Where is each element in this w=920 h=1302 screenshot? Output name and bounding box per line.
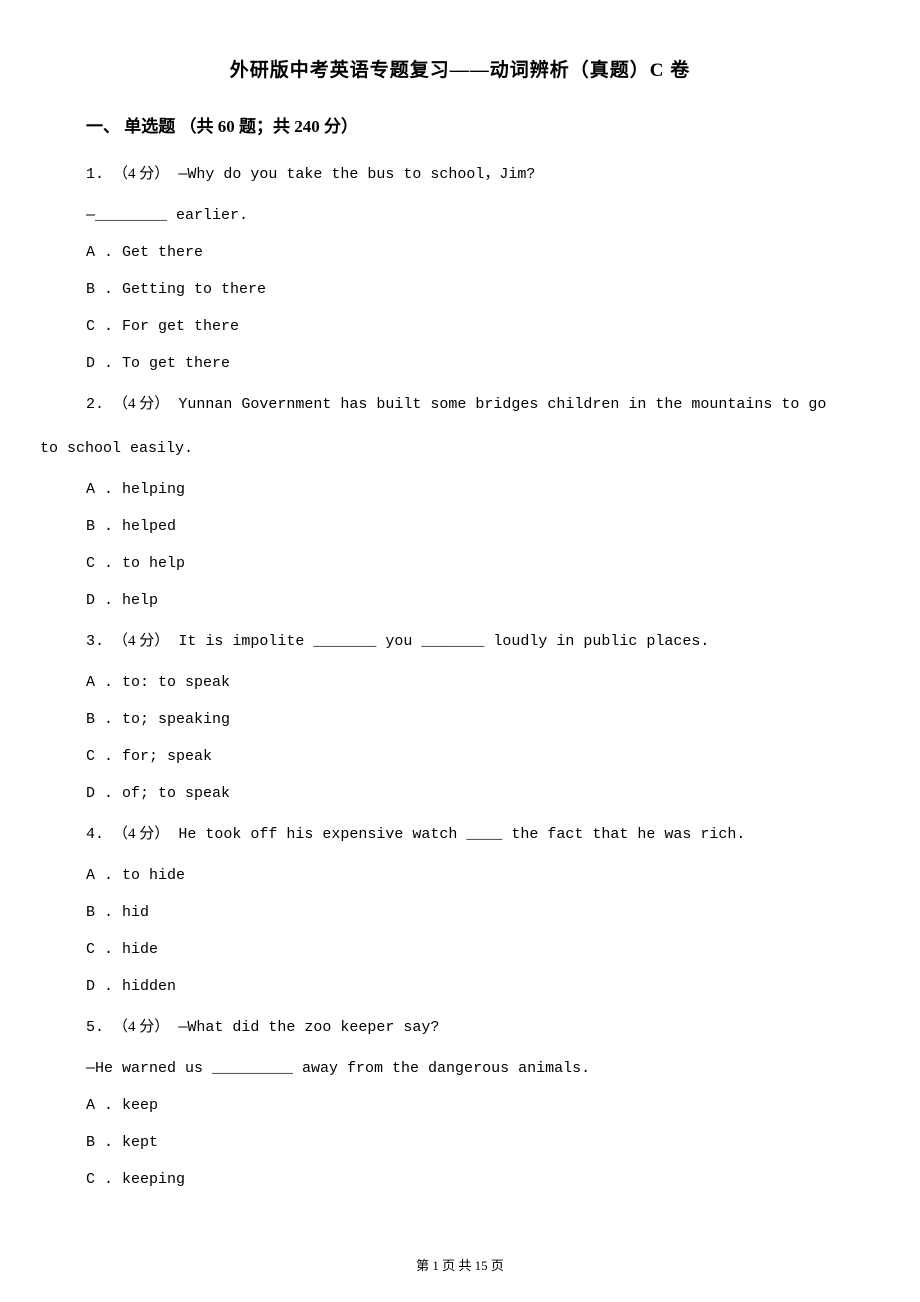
q5-option-b: B . kept	[40, 1134, 880, 1151]
q2-points: （4 分）	[113, 396, 169, 412]
page-title: 外研版中考英语专题复习——动词辨析（真题）C 卷	[40, 55, 880, 82]
q3-option-b: B . to; speaking	[40, 711, 880, 728]
q5-number: 5.	[86, 1019, 104, 1036]
q2-option-d: D . help	[40, 592, 880, 609]
page-footer: 第 1 页 共 15 页	[0, 1255, 920, 1274]
q5-text: —What did the zoo keeper say?	[178, 1019, 439, 1036]
q4-text: He took off his expensive watch ____ the…	[178, 826, 745, 843]
question-4: 4. （4 分） He took off his expensive watch…	[40, 822, 880, 847]
q1-option-d: D . To get there	[40, 355, 880, 372]
q1-text: —Why do you take the bus to school，Jim?	[178, 166, 535, 183]
q1-option-a: A . Get there	[40, 244, 880, 261]
q2-option-b: B . helped	[40, 518, 880, 535]
q1-option-b: B . Getting to there	[40, 281, 880, 298]
q2-text-before: Yunnan Government has built some bridges…	[178, 396, 826, 413]
q3-points: （4 分）	[113, 633, 169, 649]
q1-followup: —________ earlier.	[40, 207, 880, 224]
question-2: 2. （4 分） Yunnan Government has built som…	[40, 392, 880, 417]
q4-option-d: D . hidden	[40, 978, 880, 995]
section-header: 一、 单选题 （共 60 题；共 240 分）	[40, 112, 880, 137]
question-5: 5. （4 分） —What did the zoo keeper say?	[40, 1015, 880, 1040]
q2-option-c: C . to help	[40, 555, 880, 572]
q3-option-a: A . to: to speak	[40, 674, 880, 691]
q3-option-d: D . of; to speak	[40, 785, 880, 802]
q3-number: 3.	[86, 633, 104, 650]
q2-number: 2.	[86, 396, 104, 413]
q3-option-c: C . for; speak	[40, 748, 880, 765]
q5-followup: —He warned us _________ away from the da…	[40, 1060, 880, 1077]
q1-option-c: C . For get there	[40, 318, 880, 335]
q4-option-c: C . hide	[40, 941, 880, 958]
q4-option-b: B . hid	[40, 904, 880, 921]
q4-option-a: A . to hide	[40, 867, 880, 884]
question-1: 1. （4 分） —Why do you take the bus to sch…	[40, 162, 880, 187]
q2-option-a: A . helping	[40, 481, 880, 498]
q5-points: （4 分）	[113, 1019, 169, 1035]
q1-number: 1.	[86, 166, 104, 183]
q2-text-wrap: to school easily.	[40, 437, 880, 461]
q4-points: （4 分）	[113, 826, 169, 842]
q4-number: 4.	[86, 826, 104, 843]
question-3: 3. （4 分） It is impolite _______ you ____…	[40, 629, 880, 654]
q1-points: （4 分）	[113, 166, 169, 182]
q3-text: It is impolite _______ you _______ loudl…	[178, 633, 709, 650]
q5-option-a: A . keep	[40, 1097, 880, 1114]
q5-option-c: C . keeping	[40, 1171, 880, 1188]
